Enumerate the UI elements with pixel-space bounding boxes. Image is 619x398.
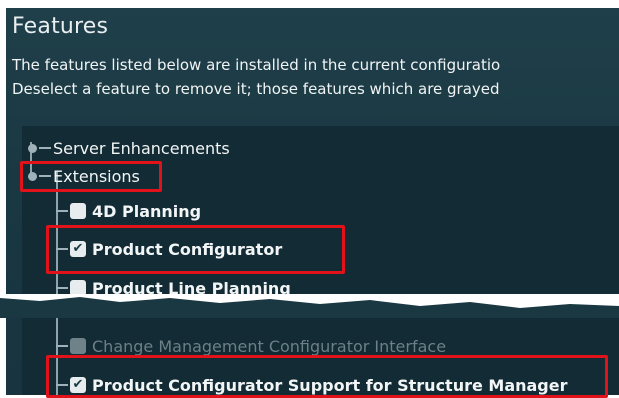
highlight-product-configurator <box>46 225 345 274</box>
tree-connector <box>56 287 68 289</box>
tree-connector <box>56 345 68 347</box>
description-line-2: Deselect a feature to remove it; those f… <box>12 80 500 98</box>
tree-item-4d-planning[interactable]: 4D Planning <box>56 199 201 223</box>
torn-edge-shape <box>0 297 619 318</box>
tree-item-server-enhancements[interactable]: Server Enhancements <box>28 136 230 160</box>
checkbox-change-management-configurator-interface <box>70 338 86 354</box>
tree-connector <box>56 210 68 212</box>
description-line-1: The features listed below are installed … <box>12 56 501 74</box>
highlight-extensions <box>20 161 162 192</box>
tree-item-label: 4D Planning <box>92 201 202 221</box>
features-title: Features <box>12 14 109 39</box>
highlight-product-configurator-support <box>46 355 608 398</box>
tree-item-label: Server Enhancements <box>53 138 230 158</box>
tree-item-label: Change Management Configurator Interface <box>92 336 447 356</box>
tree-expander-icon[interactable] <box>28 143 37 153</box>
tree-connector <box>39 147 51 149</box>
features-panel: Features The features listed below are i… <box>6 8 619 395</box>
torn-edge-divider <box>0 294 619 318</box>
checkbox-4d-planning[interactable] <box>70 203 86 219</box>
